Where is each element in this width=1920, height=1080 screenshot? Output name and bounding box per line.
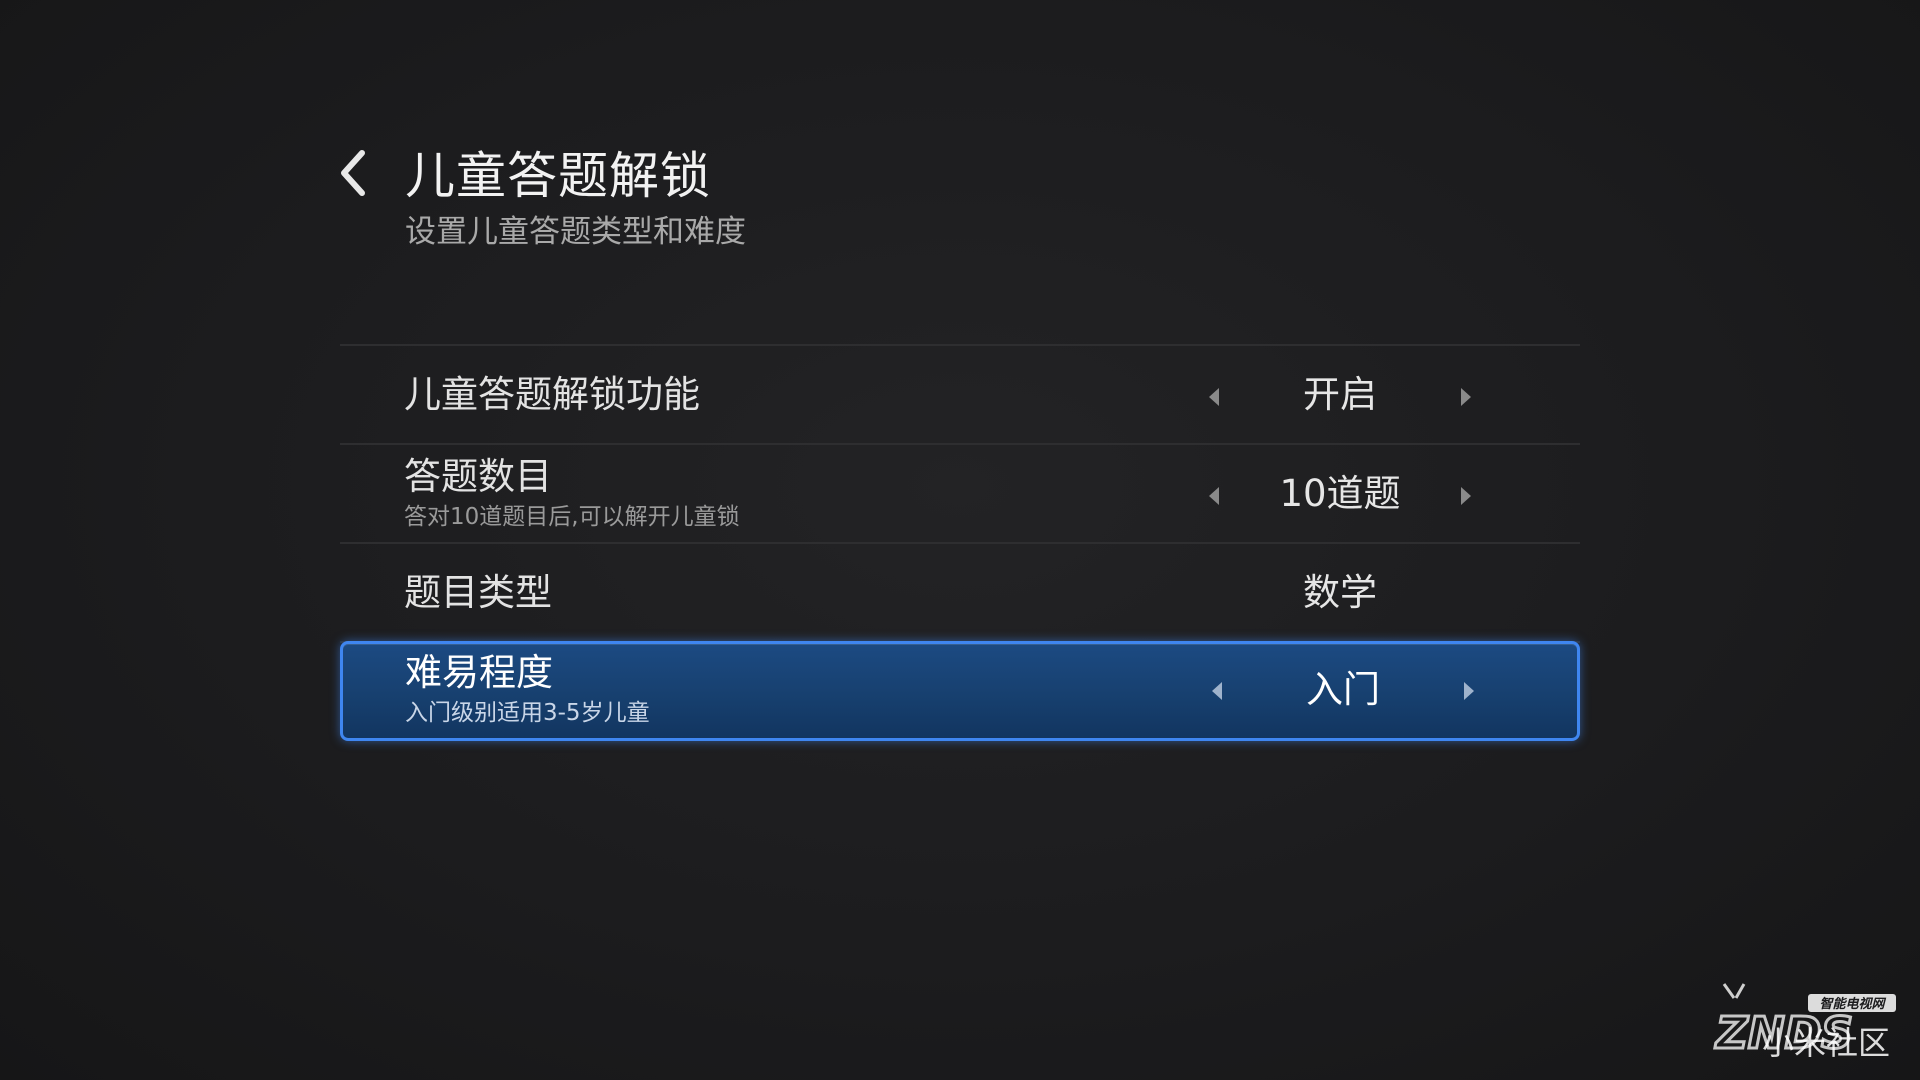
setting-row-unlock-feature[interactable]: 儿童答题解锁功能 开启 (340, 346, 1580, 445)
arrow-left-icon[interactable] (1204, 385, 1224, 409)
setting-value: 数学 (1303, 571, 1377, 614)
setting-value: 入门 (1306, 668, 1380, 711)
arrow-right-icon[interactable] (1459, 679, 1479, 703)
arrow-right-icon[interactable] (1456, 484, 1476, 508)
setting-label: 儿童答题解锁功能 (404, 373, 700, 416)
watermark-caption: 小米社区 (1762, 1024, 1891, 1062)
arrow-right-icon[interactable] (1456, 385, 1476, 409)
setting-label: 题目类型 (404, 571, 552, 614)
back-button[interactable] (330, 145, 376, 201)
chevron-left-icon (341, 150, 365, 196)
arrow-left-icon[interactable] (1204, 484, 1224, 508)
settings-list: 儿童答题解锁功能 开启 答题数目 答对10道题目后,可以解开儿童锁 10道题 题… (340, 344, 1580, 741)
page-title: 儿童答题解锁 (405, 147, 711, 205)
setting-label: 答题数目 (404, 455, 552, 498)
setting-description: 答对10道题目后,可以解开儿童锁 (404, 504, 740, 530)
setting-row-difficulty[interactable]: 难易程度 入门级别适用3-5岁儿童 入门 (340, 641, 1580, 741)
setting-label: 难易程度 (405, 651, 553, 694)
setting-value: 开启 (1303, 373, 1377, 416)
setting-description: 入门级别适用3-5岁儿童 (405, 700, 650, 726)
setting-row-question-count[interactable]: 答题数目 答对10道题目后,可以解开儿童锁 10道题 (340, 445, 1580, 544)
arrow-left-icon[interactable] (1207, 679, 1227, 703)
setting-value: 10道题 (1279, 472, 1401, 515)
settings-screen: 儿童答题解锁 设置儿童答题类型和难度 儿童答题解锁功能 开启 答题数目 答对10… (0, 0, 1920, 1080)
setting-row-question-type[interactable]: 题目类型 数学 (340, 544, 1580, 643)
page-subtitle: 设置儿童答题类型和难度 (405, 214, 746, 250)
